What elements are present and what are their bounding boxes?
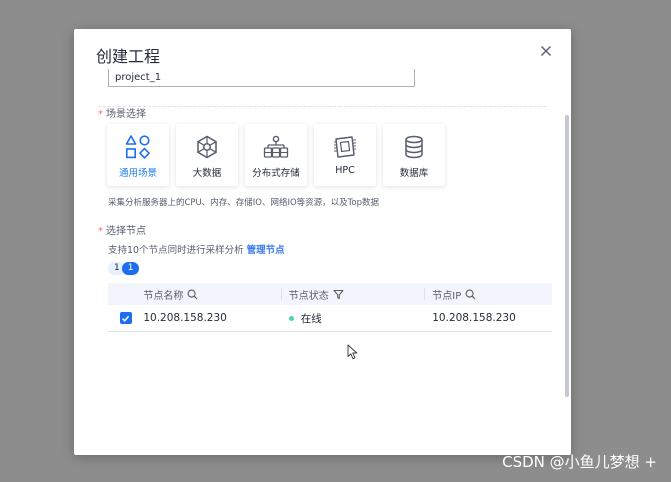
scenario-card-general[interactable]: 通用场景 (107, 124, 169, 186)
table-header: 节点名称 节点状态 节点IP (108, 283, 552, 305)
node-hint: 支持10个节点同时进行采样分析 管理节点 (108, 245, 285, 256)
status-online-dot (288, 315, 294, 321)
row-checkbox[interactable] (119, 312, 132, 324)
scenario-card-big-data[interactable]: 大数据 (176, 124, 238, 186)
table-row[interactable]: 10.208.158.230 在线 10.208.158.230 (108, 305, 552, 332)
scrollbar-thumb[interactable] (565, 115, 569, 397)
dialog-title: 创建工程 (96, 47, 161, 66)
search-icon[interactable] (465, 289, 476, 300)
column-node-status: 节点状态 (280, 283, 424, 305)
pager-selected[interactable]: 1 (121, 262, 140, 275)
node-section-label: * 选择节点 (98, 226, 146, 237)
watermark: CSDN @小鱼儿梦想 + (502, 453, 657, 471)
cell-node-name: 10.208.158.230 (143, 312, 227, 324)
divider (98, 106, 547, 107)
close-icon[interactable] (537, 42, 555, 60)
distributed-storage-icon (263, 135, 289, 158)
hpc-chip-icon (334, 136, 356, 158)
project-name-input[interactable] (108, 69, 415, 87)
create-project-dialog: 创建工程 *场景选择 通用场景 (74, 29, 571, 455)
scenario-list: 通用场景 大数据 分布式存储 HPC 数据库 (107, 124, 445, 186)
scenario-card-hpc[interactable]: HPC (314, 124, 376, 186)
filter-icon[interactable] (333, 289, 344, 300)
manage-nodes-link[interactable]: 管理节点 (247, 245, 285, 256)
database-icon (405, 135, 423, 159)
column-node-name: 节点名称 (143, 283, 280, 305)
scenario-card-database[interactable]: 数据库 (383, 124, 445, 186)
node-pager: 1 1 (108, 262, 140, 275)
check-icon (122, 315, 130, 322)
column-node-ip: 节点IP (424, 283, 552, 305)
cell-node-status: 在线 (281, 311, 424, 326)
search-icon[interactable] (187, 289, 198, 300)
dialog-body: *场景选择 通用场景 大数据 (74, 69, 571, 455)
cell-node-ip: 10.208.158.230 (432, 312, 516, 324)
dialog-scrollbar[interactable] (565, 115, 569, 397)
scenario-description: 采集分析服务器上的CPU、内存、存储IO、网络IO等资源，以及Top数据 (108, 198, 380, 208)
mouse-cursor-icon (347, 344, 358, 360)
scenario-card-distributed-storage[interactable]: 分布式存储 (245, 124, 307, 186)
shapes-icon (125, 135, 150, 159)
hexagon-network-icon (197, 135, 217, 159)
scenario-section-label: * 场景选择 (98, 109, 146, 120)
node-table: 节点名称 节点状态 节点IP 10.208.158.230 在线 10.208.… (108, 283, 552, 332)
